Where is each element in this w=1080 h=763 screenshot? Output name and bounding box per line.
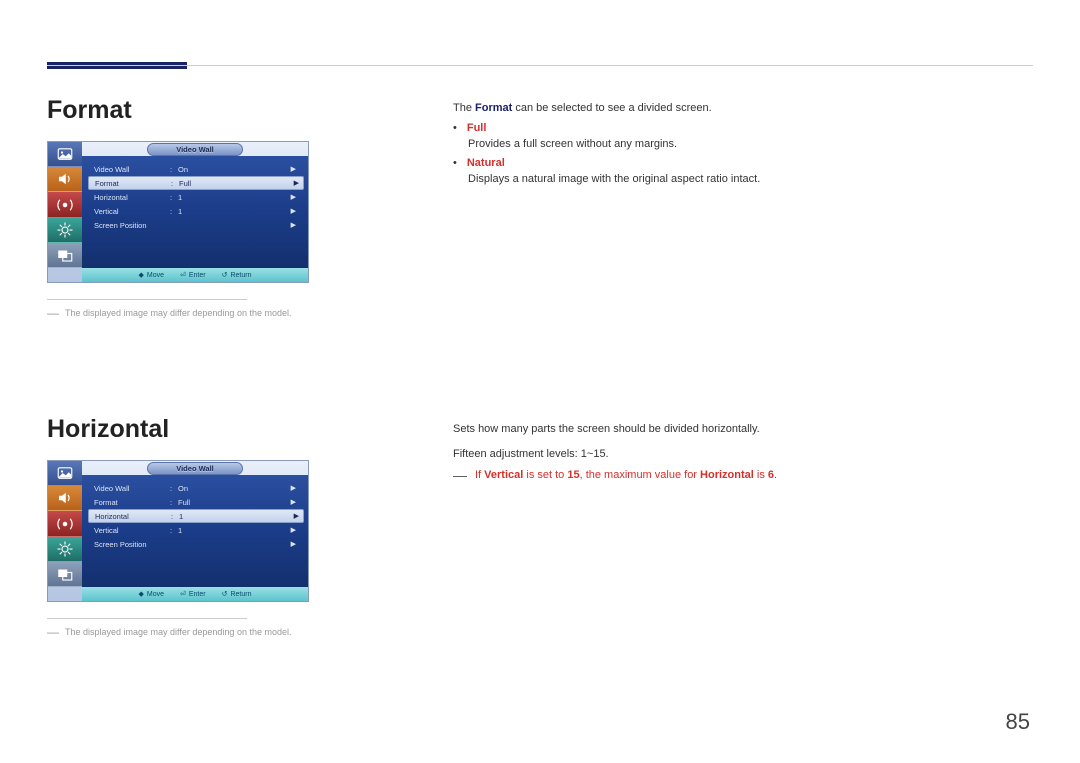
footnote-divider (47, 299, 247, 300)
osd-screenshot-format: Video Wall Video Wall:On▶ Format:Full▶ H… (47, 141, 309, 283)
osd-icon-multi (48, 562, 82, 587)
chevron-right-icon: ▶ (294, 512, 299, 520)
format-intro: The Format can be selected to see a divi… (453, 99, 1013, 118)
footnote-text: The displayed image may differ depending… (65, 308, 291, 318)
footnote-text: The displayed image may differ depending… (65, 627, 291, 637)
osd-title-bar: Video Wall (82, 142, 308, 156)
bullet-full-desc: Provides a full screen without any margi… (468, 136, 1013, 154)
page-number: 85 (1006, 709, 1030, 735)
osd-row-video-wall: Video Wall:On▶ (94, 481, 300, 495)
chevron-right-icon: ▶ (291, 484, 296, 492)
diamond-icon: ◆ (138, 590, 143, 598)
osd-row-vertical: Vertical:1▶ (94, 523, 300, 537)
chevron-right-icon: ▶ (291, 526, 296, 534)
osd-icon-broadcast (48, 192, 82, 217)
osd-icon-broadcast (48, 511, 82, 536)
chevron-right-icon: ▶ (291, 221, 296, 229)
osd-row-horizontal: Horizontal:1▶ (94, 190, 300, 204)
dash-icon: ― (47, 306, 59, 320)
osd-icon-picture (48, 142, 82, 167)
osd-row-format-selected: Format:Full▶ (88, 176, 304, 190)
osd-icon-multi (48, 243, 82, 268)
osd-icon-sound (48, 167, 82, 192)
format-description: The Format can be selected to see a divi… (453, 99, 1013, 189)
osd-title: Video Wall (147, 143, 243, 156)
dash-icon: ― (47, 625, 59, 639)
bullet-dot-icon: • (453, 157, 457, 169)
chevron-right-icon: ▶ (294, 179, 299, 187)
chevron-right-icon: ▶ (291, 165, 296, 173)
section-horizontal: Horizontal Video Wall Video Wall:On▶ For… (47, 415, 407, 641)
osd-body: Video Wall:On▶ Format:Full▶ Horizontal:1… (82, 156, 308, 268)
chevron-right-icon: ▶ (291, 498, 296, 506)
horizontal-note: ― If Vertical is set to 15, the maximum … (453, 469, 1013, 485)
header-divider (47, 65, 1033, 66)
chevron-right-icon: ▶ (291, 207, 296, 215)
osd-row-screen-position: Screen Position▶ (94, 218, 300, 232)
bullet-full: • Full (453, 122, 1013, 134)
enter-icon: ⏎ (180, 271, 186, 279)
osd-title-bar: Video Wall (82, 461, 308, 475)
osd-row-format: Format:Full▶ (94, 495, 300, 509)
osd-icon-setup (48, 537, 82, 562)
diamond-icon: ◆ (138, 271, 143, 279)
enter-icon: ⏎ (180, 590, 186, 598)
osd-footer: ◆Move ⏎Enter ↺Return (82, 587, 308, 601)
osd-sidebar (48, 461, 82, 587)
osd-footer: ◆Move ⏎Enter ↺Return (82, 268, 308, 282)
bullet-natural-label: Natural (467, 157, 505, 169)
section-title-format: Format (47, 96, 407, 125)
osd-row-vertical: Vertical:1▶ (94, 204, 300, 218)
horizontal-line1: Sets how many parts the screen should be… (453, 420, 1013, 439)
horizontal-line2: Fifteen adjustment levels: 1~15. (453, 445, 1013, 464)
return-icon: ↺ (222, 590, 228, 598)
osd-row-video-wall: Video Wall:On▶ (94, 162, 300, 176)
footnote-format: ― The displayed image may differ dependi… (47, 308, 407, 322)
bullet-natural: • Natural (453, 157, 1013, 169)
section-title-horizontal: Horizontal (47, 415, 407, 444)
bullet-dot-icon: • (453, 122, 457, 134)
osd-body: Video Wall:On▶ Format:Full▶ Horizontal:1… (82, 475, 308, 587)
osd-icon-picture (48, 461, 82, 486)
section-format: Format Video Wall Video Wall:On▶ Format:… (47, 96, 407, 322)
osd-icon-sound (48, 486, 82, 511)
horizontal-description: Sets how many parts the screen should be… (453, 420, 1013, 485)
bullet-natural-desc: Displays a natural image with the origin… (468, 171, 1013, 189)
footnote-divider (47, 618, 247, 619)
osd-title: Video Wall (147, 462, 243, 475)
footnote-horizontal: ― The displayed image may differ dependi… (47, 627, 407, 641)
osd-icon-setup (48, 218, 82, 243)
osd-row-horizontal-selected: Horizontal:1▶ (88, 509, 304, 523)
chevron-right-icon: ▶ (291, 193, 296, 201)
osd-row-screen-position: Screen Position▶ (94, 537, 300, 551)
osd-screenshot-horizontal: Video Wall Video Wall:On▶ Format:Full▶ H… (47, 460, 309, 602)
bullet-full-label: Full (467, 122, 487, 134)
chevron-right-icon: ▶ (291, 540, 296, 548)
osd-sidebar (48, 142, 82, 268)
dash-icon: ― (453, 467, 467, 483)
return-icon: ↺ (222, 271, 228, 279)
